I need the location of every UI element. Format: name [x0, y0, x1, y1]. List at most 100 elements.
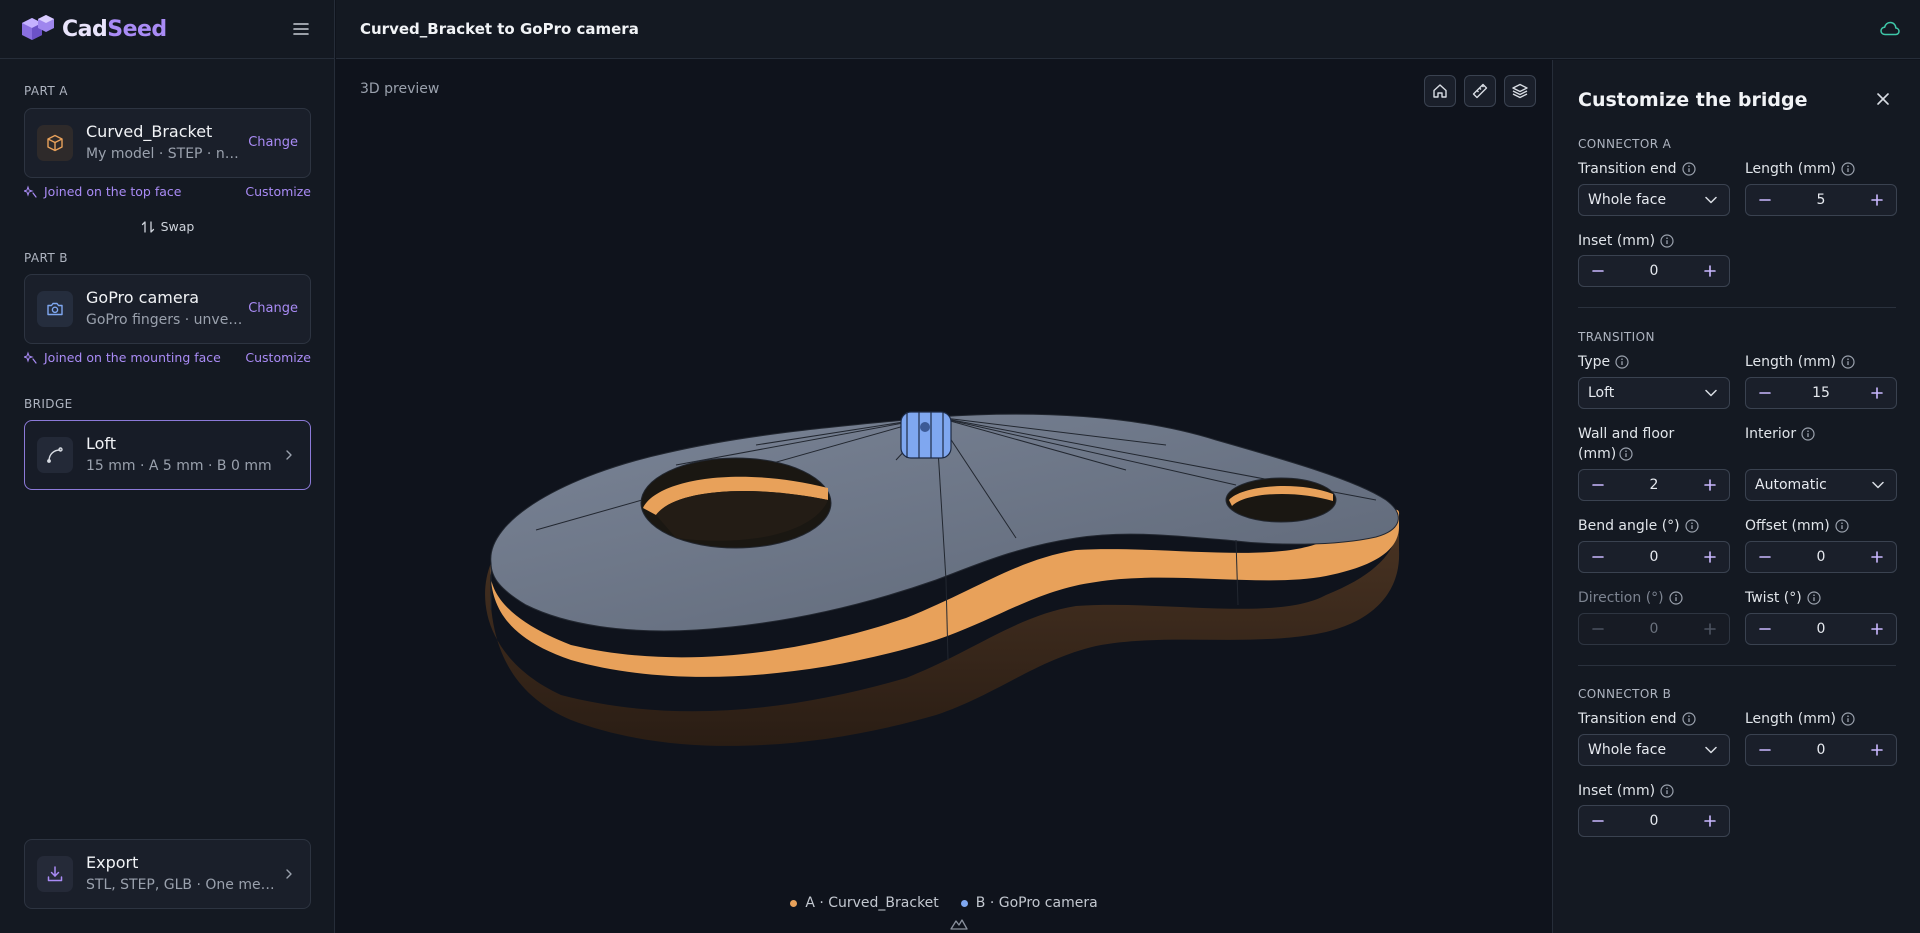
tr-offset-stepper: 0 — [1745, 541, 1897, 573]
part-a-joined-text: Joined on the top face — [44, 184, 182, 199]
tr-length-value[interactable]: 15 — [1784, 385, 1858, 401]
info-icon[interactable] — [1685, 519, 1699, 533]
cb-transition-end-text: Transition end — [1578, 711, 1677, 727]
increment-button[interactable] — [1858, 542, 1896, 572]
cb-inset-value[interactable]: 0 — [1617, 813, 1691, 829]
swap-icon — [141, 220, 154, 233]
info-icon[interactable] — [1682, 712, 1696, 726]
tr-length-stepper: 15 — [1745, 377, 1897, 409]
info-icon[interactable] — [1841, 162, 1855, 176]
cb-length-value[interactable]: 0 — [1784, 742, 1858, 758]
tr-bend-stepper: 0 — [1578, 541, 1730, 573]
tr-wall-value[interactable]: 2 — [1617, 477, 1691, 493]
info-icon[interactable] — [1841, 355, 1855, 369]
increment-button[interactable] — [1691, 542, 1729, 572]
increment-button[interactable] — [1691, 470, 1729, 500]
decrement-button[interactable] — [1746, 185, 1784, 215]
increment-button[interactable] — [1858, 185, 1896, 215]
plus-icon — [1702, 477, 1718, 493]
info-icon[interactable] — [1615, 355, 1629, 369]
ca-inset-text: Inset (mm) — [1578, 233, 1656, 249]
tr-offset-label: Offset (mm) — [1745, 518, 1849, 534]
curve-icon — [37, 437, 73, 473]
divider — [1578, 307, 1896, 308]
tr-wall-stepper: 2 — [1578, 469, 1730, 501]
part-a-label: PART A — [24, 84, 68, 98]
ca-transition-end-value: Whole face — [1588, 192, 1667, 208]
info-icon[interactable] — [1807, 591, 1821, 605]
increment-button[interactable] — [1858, 614, 1896, 644]
minus-icon — [1590, 549, 1606, 565]
decrement-button[interactable] — [1746, 735, 1784, 765]
cb-length-text: Length (mm) — [1745, 711, 1836, 727]
tr-type-select[interactable]: Loft — [1578, 377, 1730, 409]
decrement-button[interactable] — [1746, 542, 1784, 572]
increment-button[interactable] — [1691, 806, 1729, 836]
connector-a-label: CONNECTOR A — [1578, 137, 1672, 151]
cb-transition-end-value: Whole face — [1588, 742, 1667, 758]
ca-transition-end-select[interactable]: Whole face — [1578, 184, 1730, 216]
document-title: Curved_Bracket to GoPro camera — [360, 20, 639, 38]
tr-type-label: Type — [1578, 354, 1629, 370]
decrement-button[interactable] — [1579, 470, 1617, 500]
legend-item-b: B · GoPro camera — [960, 895, 1098, 911]
legend-label-b: B · GoPro camera — [975, 895, 1098, 911]
plus-icon — [1702, 549, 1718, 565]
cb-inset-stepper: 0 — [1578, 805, 1730, 837]
minus-icon — [1590, 621, 1606, 637]
decrement-button[interactable] — [1579, 806, 1617, 836]
part-b-change-button[interactable]: Change — [248, 301, 298, 316]
ca-length-value[interactable]: 5 — [1784, 192, 1858, 208]
cb-transition-end-select[interactable]: Whole face — [1578, 734, 1730, 766]
tr-type-text: Type — [1578, 354, 1611, 370]
info-icon[interactable] — [1835, 519, 1849, 533]
info-icon[interactable] — [1801, 427, 1815, 441]
tr-twist-text: Twist (°) — [1745, 590, 1802, 606]
export-card[interactable]: Export STL, STEP, GLB · One merg... — [24, 839, 311, 909]
increment-button[interactable] — [1858, 735, 1896, 765]
bridge-card[interactable]: Loft 15 mm · A 5 mm · B 0 mm — [24, 420, 311, 490]
tr-interior-select[interactable]: Automatic — [1745, 469, 1897, 501]
part-a-customize-link[interactable]: Customize — [245, 184, 311, 199]
tr-bend-text: Bend angle (°) — [1578, 518, 1680, 534]
close-icon[interactable] — [1876, 92, 1890, 106]
info-icon[interactable] — [1682, 162, 1696, 176]
model-render[interactable] — [336, 60, 1552, 933]
info-icon[interactable] — [1660, 784, 1674, 798]
part-a-card[interactable]: Curved_Bracket My model · STEP · not ...… — [24, 108, 311, 178]
legend-dot-b — [960, 899, 968, 907]
decrement-button[interactable] — [1746, 378, 1784, 408]
minus-icon — [1590, 477, 1606, 493]
tr-offset-value[interactable]: 0 — [1784, 549, 1858, 565]
ca-transition-end-label: Transition end — [1578, 161, 1696, 177]
download-icon — [37, 856, 73, 892]
part-b-card[interactable]: GoPro camera GoPro fingers · unveri... C… — [24, 274, 311, 344]
increment-button[interactable] — [1858, 378, 1896, 408]
tr-wall-label: Wall and floor (mm) — [1578, 424, 1688, 464]
divider — [1578, 665, 1896, 666]
decrement-button[interactable] — [1579, 256, 1617, 286]
menu-icon[interactable] — [292, 20, 310, 38]
customize-panel: Customize the bridge CONNECTOR A Transit… — [1552, 60, 1920, 933]
tr-twist-value[interactable]: 0 — [1784, 621, 1858, 637]
small-hole — [1225, 477, 1337, 523]
swap-button[interactable]: Swap — [0, 219, 335, 234]
cloud-saved-icon[interactable] — [1880, 20, 1900, 38]
bridge-title: Loft — [86, 434, 117, 453]
viewport-3d[interactable]: 3D preview A · Curved_Bracket B · GoPro … — [336, 60, 1552, 933]
tr-bend-value[interactable]: 0 — [1617, 549, 1691, 565]
info-icon[interactable] — [1841, 712, 1855, 726]
ca-inset-value[interactable]: 0 — [1617, 263, 1691, 279]
info-icon[interactable] — [1660, 234, 1674, 248]
plus-icon — [1869, 621, 1885, 637]
decrement-button[interactable] — [1579, 542, 1617, 572]
decrement-button[interactable] — [1746, 614, 1784, 644]
legend-dot-a — [790, 899, 798, 907]
part-b-customize-link[interactable]: Customize — [245, 350, 311, 365]
logo-icon — [20, 14, 54, 44]
info-icon[interactable] — [1619, 447, 1633, 461]
ca-length-text: Length (mm) — [1745, 161, 1836, 177]
chevron-down-icon — [1705, 746, 1717, 754]
part-a-change-button[interactable]: Change — [248, 135, 298, 150]
increment-button[interactable] — [1691, 256, 1729, 286]
